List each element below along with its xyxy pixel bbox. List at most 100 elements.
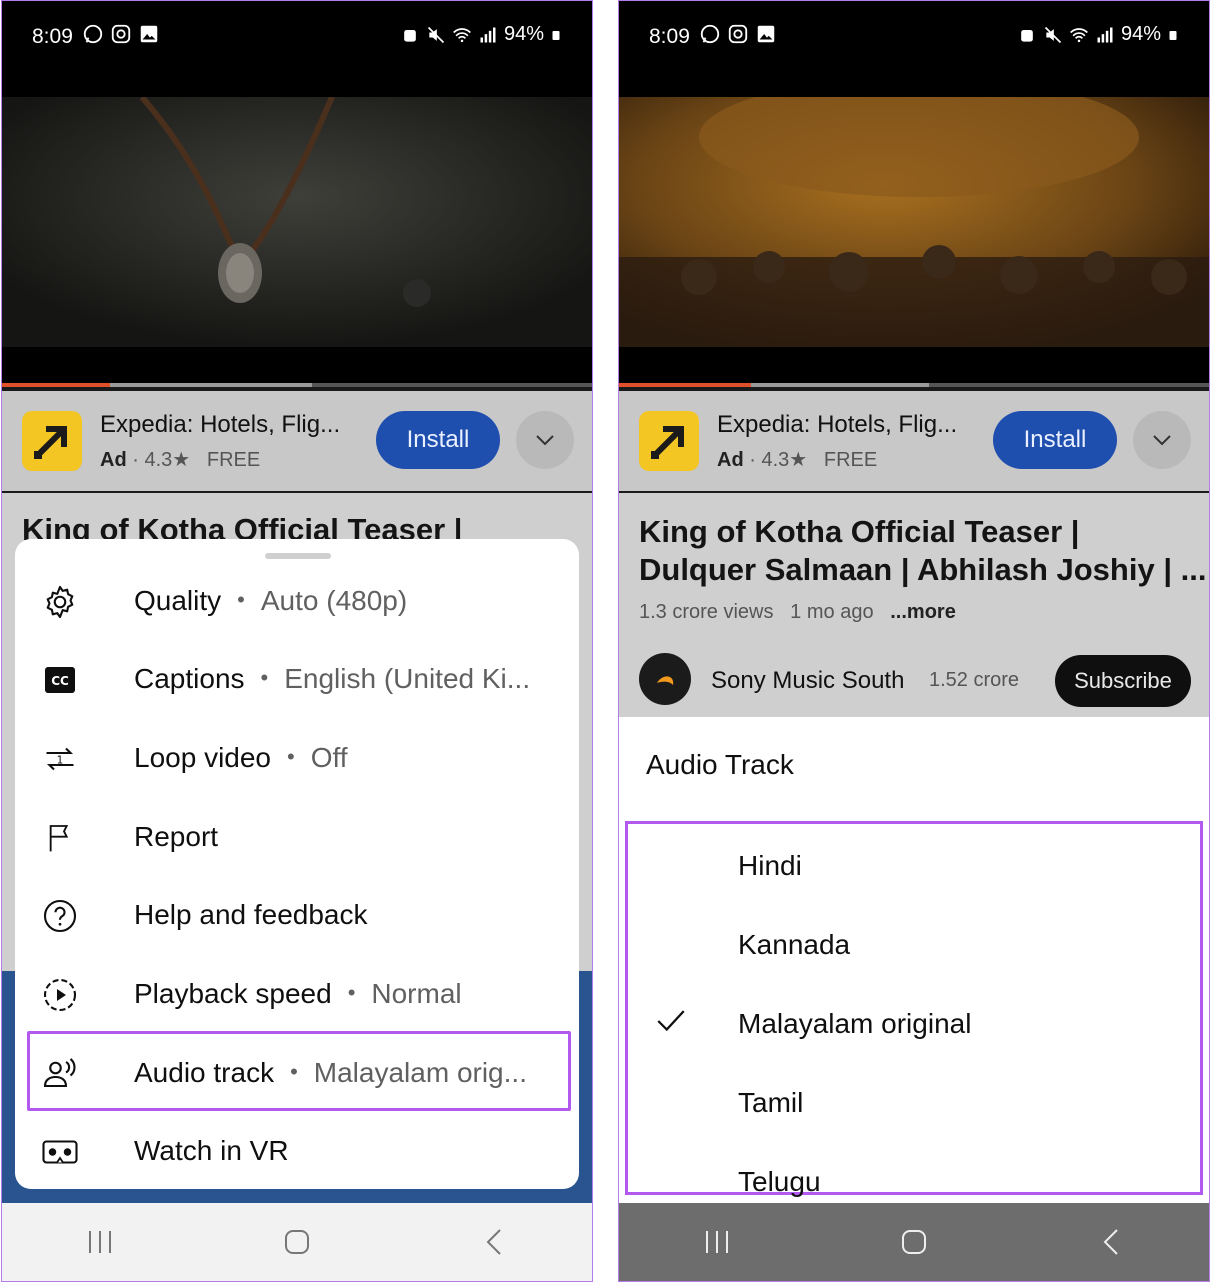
menu-item-label: Help and feedback	[134, 899, 368, 930]
menu-item-report[interactable]: Report	[15, 797, 579, 875]
expedia-logo	[22, 411, 82, 471]
menu-item-captions[interactable]: CC Captions • English (United Ki...	[15, 639, 579, 717]
battery-level: 94%	[1120, 23, 1161, 45]
menu-item-playback-speed[interactable]: Playback speed • Normal	[15, 954, 579, 1032]
home-button[interactable]	[267, 1222, 327, 1262]
menu-item-label: Playback speed	[134, 978, 332, 1009]
svg-text:CC: CC	[51, 674, 69, 688]
channel-name[interactable]: Sony Music South	[711, 667, 904, 695]
menu-item-label: Captions	[134, 663, 245, 694]
audio-track-options-highlight: Hindi Kannada Malayalam original Tamil T…	[625, 821, 1203, 1197]
ad-banner[interactable]: Expedia: Hotels, Flig... Ad · 4.3★ FREE …	[619, 391, 1209, 491]
loop-icon: 1	[41, 740, 79, 778]
channel-avatar[interactable]	[639, 653, 691, 705]
subscriber-count: 1.52 crore	[929, 669, 1020, 691]
gear-icon	[41, 583, 79, 621]
install-button[interactable]: Install	[376, 411, 500, 469]
ad-meta: Ad · 4.3★ FREE	[100, 449, 261, 471]
home-icon	[901, 1230, 926, 1254]
more-link[interactable]: ...more	[890, 601, 956, 623]
audio-track-sheet: Audio Track Hindi Kannada Malayalam orig…	[619, 717, 1209, 1203]
signal-icon	[480, 27, 496, 42]
back-button[interactable]	[1081, 1222, 1141, 1262]
track-option-tamil[interactable]: Tamil	[628, 1061, 1200, 1140]
gallery-icon	[757, 25, 775, 43]
menu-item-value: Normal	[371, 978, 462, 1009]
ad-expand-button[interactable]	[516, 411, 574, 469]
video-progress-bar[interactable]	[619, 383, 1209, 387]
sheet-drag-handle[interactable]	[265, 553, 331, 559]
video-title-line-2: Dulquer Salmaan | Abhilash Joshiy | ...	[639, 552, 1207, 587]
track-name: Telugu	[738, 1166, 821, 1197]
gallery-icon	[140, 25, 158, 43]
wifi-icon	[1070, 27, 1088, 42]
battery-level: 94%	[503, 23, 544, 45]
status-time: 8:09	[32, 25, 73, 48]
track-name: Hindi	[738, 850, 802, 881]
track-name: Malayalam original	[738, 1008, 972, 1039]
video-frame[interactable]	[2, 97, 592, 347]
battery-icon	[552, 30, 560, 40]
menu-item-label: Quality	[134, 585, 222, 616]
battery-icon	[1169, 30, 1177, 40]
expedia-logo	[639, 411, 699, 471]
recent-apps-icon	[89, 1231, 112, 1253]
phone-screen-audio-track: 8:09 94% Expedia: Hotels, Flig... Ad · 4…	[618, 0, 1210, 1282]
status-time: 8:09	[649, 25, 690, 48]
recent-apps-button[interactable]	[70, 1222, 130, 1262]
signal-icon	[1097, 27, 1113, 42]
menu-item-value: Auto (480p)	[260, 585, 408, 616]
alarm-icon	[1021, 29, 1033, 42]
ad-expand-button[interactable]	[1133, 411, 1191, 469]
recent-apps-icon	[706, 1231, 729, 1253]
vr-icon	[41, 1133, 79, 1171]
status-bar: 8:09 94%	[2, 1, 592, 71]
help-icon	[41, 897, 79, 935]
video-frame[interactable]	[619, 97, 1209, 347]
subscribe-button[interactable]: Subscribe	[1055, 655, 1191, 707]
phone-screen-settings-menu: 8:09 94% Expedia: Hotels, Flig... Ad · 4…	[1, 0, 593, 1282]
track-option-hindi[interactable]: Hindi	[628, 824, 1200, 903]
whatsapp-icon	[700, 24, 720, 44]
settings-bottom-sheet: Quality • Auto (480p) CC Captions • English …	[15, 539, 579, 1189]
captions-icon: CC	[41, 661, 79, 699]
video-thumbnail-left	[2, 97, 592, 347]
menu-item-value: English (United Ki...	[284, 663, 531, 694]
home-icon	[284, 1230, 309, 1254]
status-bar: 8:09 94%	[619, 1, 1209, 71]
menu-item-watch-vr[interactable]: Watch in VR	[15, 1111, 579, 1189]
video-title-line-1: King of Kotha Official Teaser |	[639, 514, 1080, 549]
video-thumbnail-right	[619, 97, 1209, 347]
checkmark-icon	[657, 1010, 685, 1032]
track-option-malayalam-original[interactable]: Malayalam original	[628, 982, 1200, 1061]
back-button[interactable]	[464, 1222, 524, 1262]
ad-banner[interactable]: Expedia: Hotels, Flig... Ad · 4.3★ FREE …	[2, 391, 592, 491]
wifi-icon	[453, 27, 471, 42]
instagram-icon	[728, 24, 748, 44]
navigation-bar	[619, 1203, 1209, 1281]
ad-title: Expedia: Hotels, Flig...	[100, 411, 341, 438]
video-progress-bar[interactable]	[2, 383, 592, 387]
navigation-bar	[2, 1203, 592, 1281]
home-button[interactable]	[884, 1222, 944, 1262]
menu-item-label: Loop video	[134, 742, 272, 773]
ad-title: Expedia: Hotels, Flig...	[717, 411, 958, 438]
menu-item-label: Report	[134, 821, 219, 852]
menu-item-label: Watch in VR	[134, 1135, 289, 1166]
audio-track-highlight	[27, 1031, 571, 1111]
chevron-down-icon	[1153, 435, 1171, 446]
recent-apps-button[interactable]	[687, 1222, 747, 1262]
mute-icon	[1044, 26, 1062, 43]
instagram-icon	[111, 24, 131, 44]
track-name: Tamil	[738, 1087, 804, 1118]
flag-icon	[41, 819, 79, 857]
menu-item-help-feedback[interactable]: Help and feedback	[15, 875, 579, 953]
mute-icon	[427, 26, 445, 43]
menu-item-value: Off	[310, 742, 348, 773]
alarm-icon	[404, 29, 416, 42]
menu-item-quality[interactable]: Quality • Auto (480p)	[15, 561, 579, 639]
track-option-kannada[interactable]: Kannada	[628, 903, 1200, 982]
menu-item-loop-video[interactable]: 1 Loop video • Off	[15, 718, 579, 796]
chevron-down-icon	[536, 435, 554, 446]
install-button[interactable]: Install	[993, 411, 1117, 469]
